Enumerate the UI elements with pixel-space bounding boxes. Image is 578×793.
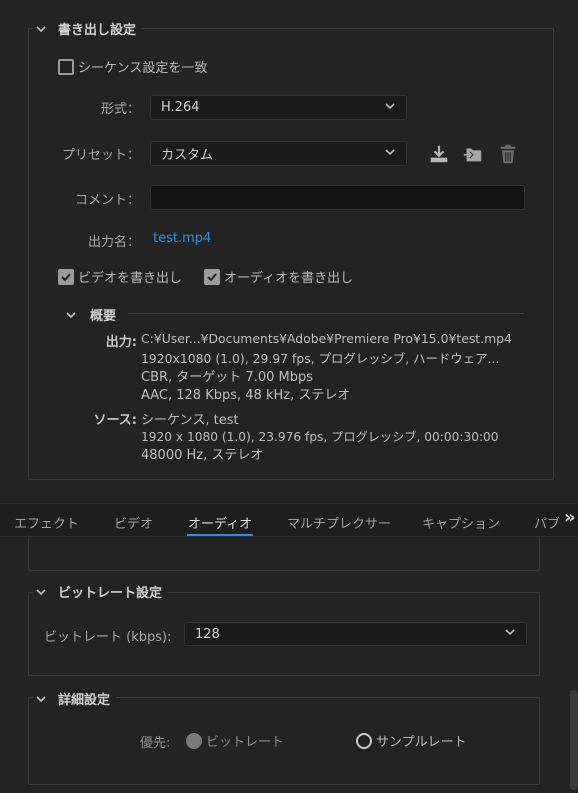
delete-preset-icon[interactable]	[496, 142, 520, 166]
summary-title: 概要	[90, 309, 117, 324]
format-select[interactable]: H.264	[150, 95, 407, 120]
bitrate-settings-title: ビットレート設定	[58, 586, 163, 601]
chevron-down-icon	[34, 692, 48, 706]
import-preset-icon[interactable]	[461, 142, 485, 166]
tabs-overflow-icon[interactable]: »	[564, 507, 578, 528]
samplerate-radio-label: サンプルレート	[376, 735, 467, 750]
preset-value: カスタム	[161, 148, 214, 163]
tab-captions[interactable]: キャプション	[422, 513, 500, 532]
chevron-down-icon	[64, 308, 78, 322]
summary-source-line: シーケンス, test	[141, 413, 239, 428]
preset-select[interactable]: カスタム	[150, 141, 407, 166]
summary-source-label: ソース:	[93, 413, 137, 428]
save-preset-icon[interactable]	[427, 142, 451, 166]
format-label: 形式：	[100, 102, 140, 117]
match-sequence-label: シーケンス設定を一致	[78, 61, 208, 76]
export-settings-header[interactable]: 書き出し設定	[34, 19, 143, 38]
audio-format-panel	[28, 537, 540, 571]
bitrate-radio-label: ビットレート	[206, 735, 285, 750]
match-sequence-option[interactable]: シーケンス設定を一致	[58, 57, 207, 76]
export-audio-checkbox[interactable]	[204, 268, 220, 285]
scrollbar-thumb[interactable]	[570, 690, 578, 790]
comment-input[interactable]	[150, 185, 525, 210]
summary-output-line: 1920x1080 (1.0), 29.97 fps, プログレッシブ, ハード…	[141, 351, 500, 366]
summary-header[interactable]: 概要	[64, 305, 123, 324]
priority-label: 優先:	[140, 736, 171, 751]
output-name-label: 出力名：	[87, 235, 140, 250]
priority-bitrate-option[interactable]: ビットレート	[186, 731, 284, 750]
tab-effects[interactable]: エフェクト	[14, 513, 79, 532]
summary-output-line: AAC, 128 Kbps, 48 kHz, ステレオ	[141, 388, 351, 403]
bitrate-label: ビットレート (kbps):	[44, 630, 172, 645]
export-audio-option[interactable]: オーディオを書き出し	[204, 267, 353, 286]
advanced-settings-header[interactable]: 詳細設定	[34, 689, 117, 708]
chevron-down-icon	[384, 146, 396, 162]
summary-divider	[128, 313, 524, 314]
summary-source-line: 48000 Hz, ステレオ	[141, 448, 264, 463]
active-tab-indicator	[187, 534, 253, 536]
chevron-down-icon	[34, 22, 48, 36]
export-video-checkbox[interactable]	[58, 268, 74, 285]
summary-source-line: 1920 x 1080 (1.0), 23.976 fps, プログレッシブ, …	[141, 430, 499, 444]
chevron-down-icon	[504, 626, 516, 642]
bitrate-settings-header[interactable]: ビットレート設定	[34, 582, 169, 601]
priority-samplerate-option[interactable]: サンプルレート	[356, 731, 467, 750]
summary-output-label: 出力:	[105, 335, 137, 350]
preset-label: プリセット：	[61, 148, 140, 163]
export-video-label: ビデオを書き出し	[78, 271, 183, 286]
export-audio-label: オーディオを書き出し	[224, 271, 354, 286]
tab-publish[interactable]: パブ	[534, 513, 560, 532]
comment-label: コメント：	[74, 193, 140, 208]
samplerate-radio[interactable]	[356, 732, 372, 749]
chevron-down-icon	[384, 100, 396, 116]
bitrate-select[interactable]: 128	[184, 622, 527, 646]
summary-output-line: CBR, ターゲット 7.00 Mbps	[141, 370, 313, 385]
advanced-settings-title: 詳細設定	[58, 693, 111, 708]
export-settings-title: 書き出し設定	[58, 23, 137, 38]
bitrate-value: 128	[195, 626, 220, 642]
summary-output-line: C:¥User...¥Documents¥Adobe¥Premiere Pro¥…	[141, 331, 512, 346]
match-sequence-checkbox[interactable]	[58, 58, 74, 75]
chevron-down-icon	[34, 585, 48, 599]
export-video-option[interactable]: ビデオを書き出し	[58, 267, 182, 286]
tab-audio[interactable]: オーディオ	[188, 513, 252, 532]
tab-multiplexer[interactable]: マルチプレクサー	[287, 513, 391, 532]
format-value: H.264	[161, 100, 200, 115]
tab-video[interactable]: ビデオ	[114, 513, 153, 532]
bitrate-radio[interactable]	[186, 732, 202, 749]
settings-tab-bar: エフェクト ビデオ オーディオ マルチプレクサー キャプション パブ »	[0, 503, 578, 537]
output-name-link[interactable]: test.mp4	[153, 231, 211, 246]
